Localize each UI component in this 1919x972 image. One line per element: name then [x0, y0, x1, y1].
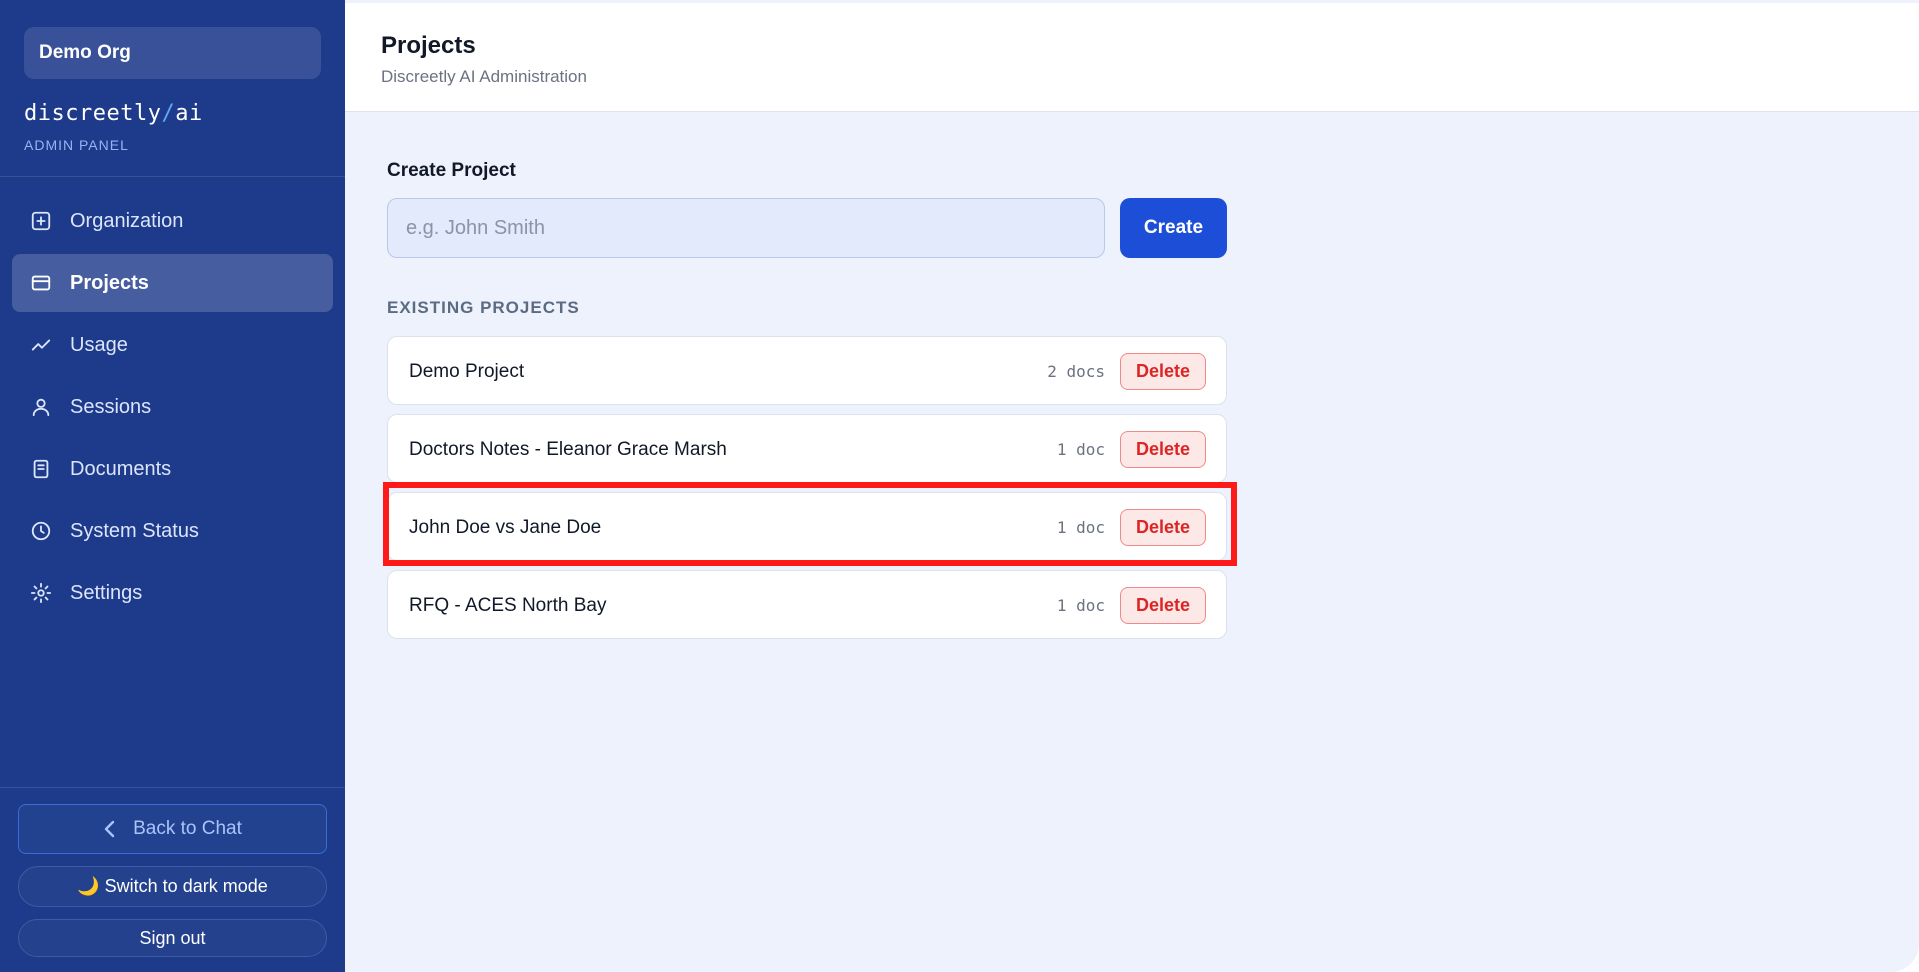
back-to-chat-button[interactable]: Back to Chat [18, 804, 327, 854]
project-name-input[interactable] [387, 198, 1105, 258]
dark-mode-label: 🌙 Switch to dark mode [77, 876, 268, 896]
project-doc-count: 1 doc [1056, 596, 1105, 615]
delete-button[interactable]: Delete [1120, 587, 1206, 624]
folder-card-icon [30, 272, 52, 294]
delete-label: Delete [1135, 361, 1191, 381]
page-subtitle: Discreetly AI Administration [381, 67, 587, 86]
page-title: Projects [381, 32, 476, 59]
sidebar-item-label: Projects [70, 271, 149, 294]
delete-label: Delete [1135, 439, 1191, 459]
brand-left: discreetly [24, 101, 162, 126]
document-icon [30, 458, 52, 480]
sidebar-item-settings[interactable]: Settings [12, 564, 333, 622]
brand-sep: / [161, 101, 176, 126]
brand-right: ai [175, 101, 203, 126]
sidebar-item-label: Organization [70, 209, 184, 232]
org-switcher[interactable]: Demo Org [24, 27, 321, 79]
chevron-left-icon [103, 820, 117, 838]
sidebar-footer-divider [0, 787, 345, 788]
sign-out-button[interactable]: Sign out [18, 919, 327, 957]
sidebar-item-label: Sessions [70, 395, 152, 418]
sidebar: Demo Org discreetly/ai ADMIN PANEL Organ… [0, 0, 345, 972]
sidebar-item-organization[interactable]: Organization [12, 192, 333, 250]
sign-out-label: Sign out [139, 927, 206, 948]
sidebar-item-label: Documents [70, 457, 172, 480]
brand-logo: discreetly/ai [24, 101, 203, 126]
sidebar-item-label: System Status [70, 519, 199, 542]
org-name: Demo Org [39, 42, 131, 63]
sidebar-item-label: Usage [70, 333, 128, 356]
sidebar-item-sessions[interactable]: Sessions [12, 378, 333, 436]
project-name: Demo Project [409, 360, 525, 382]
sidebar-item-projects[interactable]: Projects [12, 254, 333, 312]
clock-icon [30, 520, 52, 542]
page-header: Projects Discreetly AI Administration [345, 3, 1919, 112]
plus-square-icon [30, 210, 52, 232]
sidebar-divider [0, 176, 345, 177]
delete-button[interactable]: Delete [1120, 509, 1206, 546]
delete-label: Delete [1135, 595, 1191, 615]
existing-projects-heading: EXISTING PROJECTS [387, 298, 580, 317]
project-doc-count: 1 doc [1056, 518, 1105, 537]
create-button[interactable]: Create [1120, 198, 1227, 258]
sidebar-item-usage[interactable]: Usage [12, 316, 333, 374]
sidebar-item-label: Settings [70, 581, 143, 604]
project-doc-count: 1 doc [1056, 440, 1105, 459]
dark-mode-toggle[interactable]: 🌙 Switch to dark mode [18, 866, 327, 907]
create-project-label: Create Project [387, 160, 516, 181]
delete-label: Delete [1135, 517, 1191, 537]
brand-subtitle: ADMIN PANEL [24, 137, 129, 153]
back-to-chat-label: Back to Chat [133, 818, 242, 839]
project-name: John Doe vs Jane Doe [409, 516, 602, 538]
user-icon [30, 396, 52, 418]
sidebar-item-documents[interactable]: Documents [12, 440, 333, 498]
delete-button[interactable]: Delete [1120, 353, 1206, 390]
project-name: Doctors Notes - Eleanor Grace Marsh [409, 438, 727, 460]
project-row[interactable]: RFQ - ACES North Bay 1 doc Delete [387, 570, 1227, 639]
app-window: Demo Org discreetly/ai ADMIN PANEL Organ… [0, 0, 1919, 972]
sidebar-item-system-status[interactable]: System Status [12, 502, 333, 560]
gear-icon [30, 582, 52, 604]
delete-button[interactable]: Delete [1120, 431, 1206, 468]
project-row[interactable]: Demo Project 2 docs Delete [387, 336, 1227, 405]
project-row[interactable]: Doctors Notes - Eleanor Grace Marsh 1 do… [387, 414, 1227, 483]
trend-line-icon [30, 334, 52, 356]
project-row[interactable]: John Doe vs Jane Doe 1 doc Delete [387, 492, 1227, 561]
project-doc-count: 2 docs [1047, 362, 1105, 381]
create-button-label: Create [1143, 217, 1204, 238]
project-name: RFQ - ACES North Bay [409, 594, 607, 616]
